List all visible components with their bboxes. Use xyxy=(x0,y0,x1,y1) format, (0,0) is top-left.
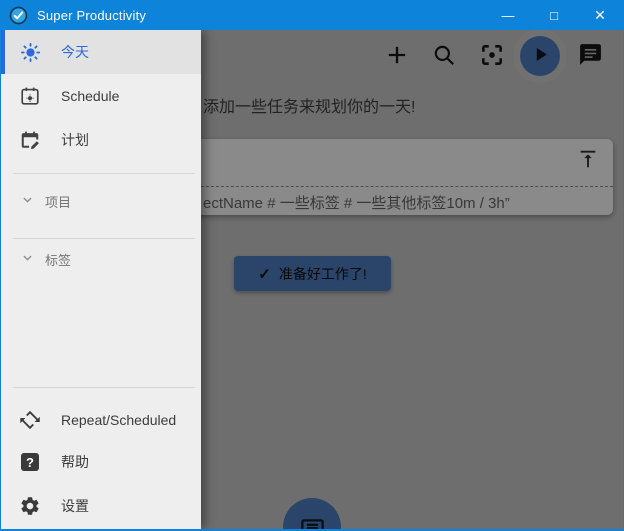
sidebar-item-help[interactable]: ? 帮助 xyxy=(1,440,201,484)
repeat-icon xyxy=(18,409,42,431)
titlebar: Super Productivity — □ ✕ xyxy=(1,0,623,30)
app-body: 添加一些任务来规划你的一天! ectName # 一些标签 # 一些其他标签10… xyxy=(1,30,623,529)
help-icon: ? xyxy=(18,453,42,471)
minimize-button[interactable]: — xyxy=(485,0,531,30)
chevron-down-icon xyxy=(19,191,36,211)
sidebar-section-label: 项目 xyxy=(45,192,71,211)
sidebar-item-label: Schedule xyxy=(61,88,119,104)
app-window: Super Productivity — □ ✕ xyxy=(0,0,624,531)
sidebar-item-label: 帮助 xyxy=(61,452,89,472)
window-title: Super Productivity xyxy=(37,8,485,23)
sidebar-item-plan[interactable]: 计划 xyxy=(1,118,201,162)
chevron-down-icon xyxy=(19,249,36,269)
app-logo-icon xyxy=(9,6,28,25)
sidebar-divider xyxy=(13,173,195,174)
sidebar-section-label: 标签 xyxy=(45,250,71,269)
sidebar-item-label: 计划 xyxy=(61,130,89,150)
maximize-button[interactable]: □ xyxy=(531,0,577,30)
sidebar-item-label: Repeat/Scheduled xyxy=(61,412,176,428)
close-button[interactable]: ✕ xyxy=(577,0,623,30)
sidebar-item-repeat-scheduled[interactable]: Repeat/Scheduled xyxy=(1,398,201,442)
sidebar-divider xyxy=(13,387,195,388)
sidebar-item-schedule[interactable]: Schedule xyxy=(1,74,201,118)
sidebar-item-label: 设置 xyxy=(61,496,89,516)
sidebar-section-projects[interactable]: 项目 xyxy=(1,181,201,221)
calendar-edit-icon xyxy=(18,129,42,151)
sidebar-item-label: 今天 xyxy=(61,42,89,62)
sidebar: 今天 Schedule xyxy=(1,30,201,529)
sun-icon xyxy=(18,41,42,64)
sidebar-section-tags[interactable]: 标签 xyxy=(1,239,201,279)
sidebar-item-today[interactable]: 今天 xyxy=(1,30,201,74)
sidebar-item-settings[interactable]: 设置 xyxy=(1,484,201,528)
gear-icon xyxy=(18,495,42,517)
calendar-schedule-icon xyxy=(18,85,42,107)
